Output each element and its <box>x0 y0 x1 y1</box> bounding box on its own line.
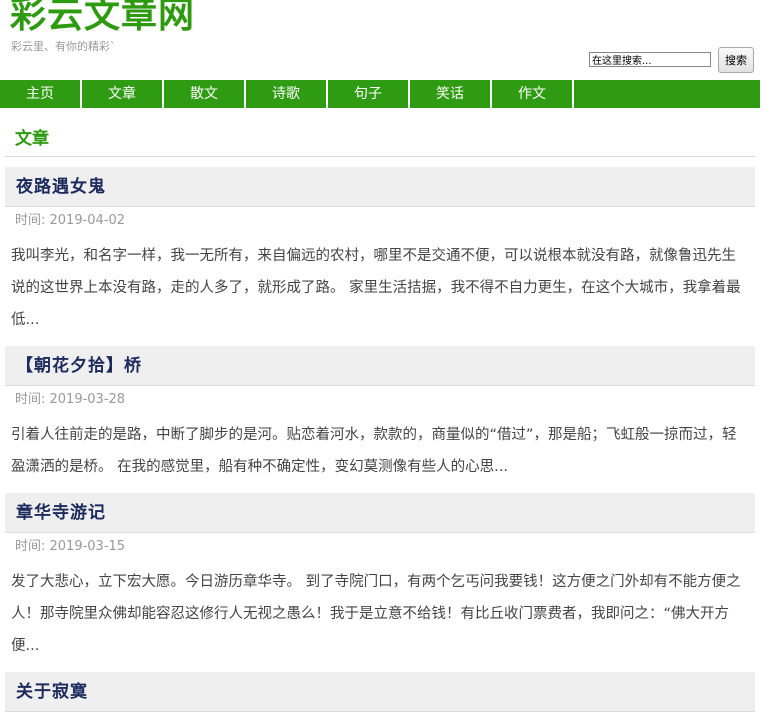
section-title: 文章 <box>15 129 49 149</box>
nav-item-essays[interactable]: 作文 <box>492 80 574 108</box>
site-slogan: 彩云里、有你的精彩` <box>11 40 116 53</box>
section-divider <box>5 156 755 157</box>
article-header: 关于寂寞 <box>5 672 755 712</box>
nav-item-prose[interactable]: 散文 <box>164 80 246 108</box>
site-title[interactable]: 彩云文章网 <box>10 0 195 38</box>
article-title-link[interactable]: 章华寺游记 <box>16 503 106 523</box>
article-excerpt: 我叫李光，和名字一样，我一无所有，来自偏远的农村，哪里不是交通不便，可以说根本就… <box>11 248 741 328</box>
nav-item-jokes[interactable]: 笑话 <box>410 80 492 108</box>
article-date: 时间: 2019-03-15 <box>15 539 126 554</box>
nav-item-articles[interactable]: 文章 <box>82 80 164 108</box>
article-date: 时间: 2019-04-02 <box>15 213 126 228</box>
article-title-link[interactable]: 关于寂寞 <box>16 682 88 702</box>
article-item: 章华寺游记 时间: 2019-03-15 发了大悲心，立下宏大愿。今日游历章华寺… <box>5 493 755 662</box>
main-nav: 主页 文章 散文 诗歌 句子 笑话 作文 <box>0 80 760 108</box>
article-item: 关于寂寞 <box>5 672 755 712</box>
article-item: 【朝花夕拾】桥 时间: 2019-03-28 引着人往前走的是路，中断了脚步的是… <box>5 346 755 483</box>
nav-item-poetry[interactable]: 诗歌 <box>246 80 328 108</box>
article-title-link[interactable]: 【朝花夕拾】桥 <box>16 356 142 376</box>
article-excerpt: 引着人往前走的是路，中断了脚步的是河。贴恋着河水，款款的，商量似的“借过”，那是… <box>11 427 737 475</box>
article-header: 章华寺游记 <box>5 493 755 533</box>
article-header: 夜路遇女鬼 <box>5 167 755 207</box>
article-title-link[interactable]: 夜路遇女鬼 <box>16 177 106 197</box>
article-excerpt: 发了大悲心，立下宏大愿。今日游历章华寺。 到了寺院门口，有两个乞丐问我要钱！这方… <box>11 574 741 654</box>
article-date: 时间: 2019-03-28 <box>15 392 126 407</box>
nav-item-home[interactable]: 主页 <box>0 80 82 108</box>
search-button[interactable]: 搜索 <box>718 47 754 73</box>
article-header: 【朝花夕拾】桥 <box>5 346 755 386</box>
nav-item-sentences[interactable]: 句子 <box>328 80 410 108</box>
article-item: 夜路遇女鬼 时间: 2019-04-02 我叫李光，和名字一样，我一无所有，来自… <box>5 167 755 336</box>
search-input[interactable] <box>589 52 711 67</box>
